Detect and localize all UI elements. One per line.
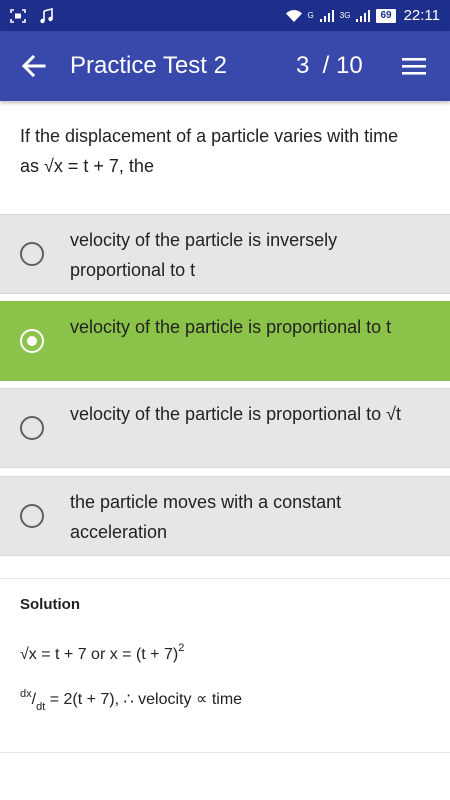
page-title: Practice Test 2 [70,52,227,79]
radio-button-selected[interactable] [20,329,44,353]
solution-exponent: 2 [178,642,185,654]
arrow-back-icon [21,54,46,78]
network-label-2: 3G [339,11,351,20]
divider [0,752,450,753]
divider [0,578,450,579]
wifi-icon [285,9,302,22]
question-progress: 3 / 10 [296,52,363,79]
radio-button[interactable] [20,416,44,440]
radio-dot [27,336,37,346]
answer-option-1[interactable]: velocity of the particle is inversely pr… [0,214,450,294]
signal-icon-2 [356,9,371,22]
answer-option-2[interactable]: velocity of the particle is proportional… [0,301,450,381]
solution-line-2: dx/dt = 2(t + 7), ∴ velocity ∝ time [20,688,242,713]
option-label: velocity of the particle is proportional… [70,317,392,337]
solution-title: Solution [20,596,80,613]
menu-icon [402,58,426,75]
answer-option-4[interactable]: the particle moves with a constant accel… [0,476,450,556]
solution-line-2-text: = 2(t + 7), ∴ velocity ∝ time [45,691,243,708]
fraction-numerator: dx [20,688,32,700]
battery-icon: 69 [376,8,396,23]
fraction-denominator: dt [36,701,46,713]
signal-icon [319,9,334,22]
solution-line-1: √x = t + 7 or x = (t + 7)2 [20,642,184,664]
screenshot-icon [10,8,26,23]
radio-button[interactable] [20,504,44,528]
radio-button[interactable] [20,242,44,266]
solution-line-1-text: √x = t + 7 or x = (t + 7) [20,646,179,663]
menu-button[interactable] [401,55,427,77]
answer-option-3[interactable]: velocity of the particle is proportional… [0,388,450,468]
question-text: If the displacement of a particle varies… [20,126,399,176]
back-button[interactable] [20,52,48,80]
status-bar: G 3G 69 22:11 [0,0,450,31]
option-label: velocity of the particle is proportional… [70,404,402,424]
option-label: velocity of the particle is inversely pr… [70,230,338,280]
network-label: G [307,11,314,20]
app-bar: Practice Test 2 3 / 10 [0,31,450,101]
music-icon [40,7,54,24]
option-label: the particle moves with a constant accel… [70,492,342,542]
clock: 22:11 [403,7,440,24]
